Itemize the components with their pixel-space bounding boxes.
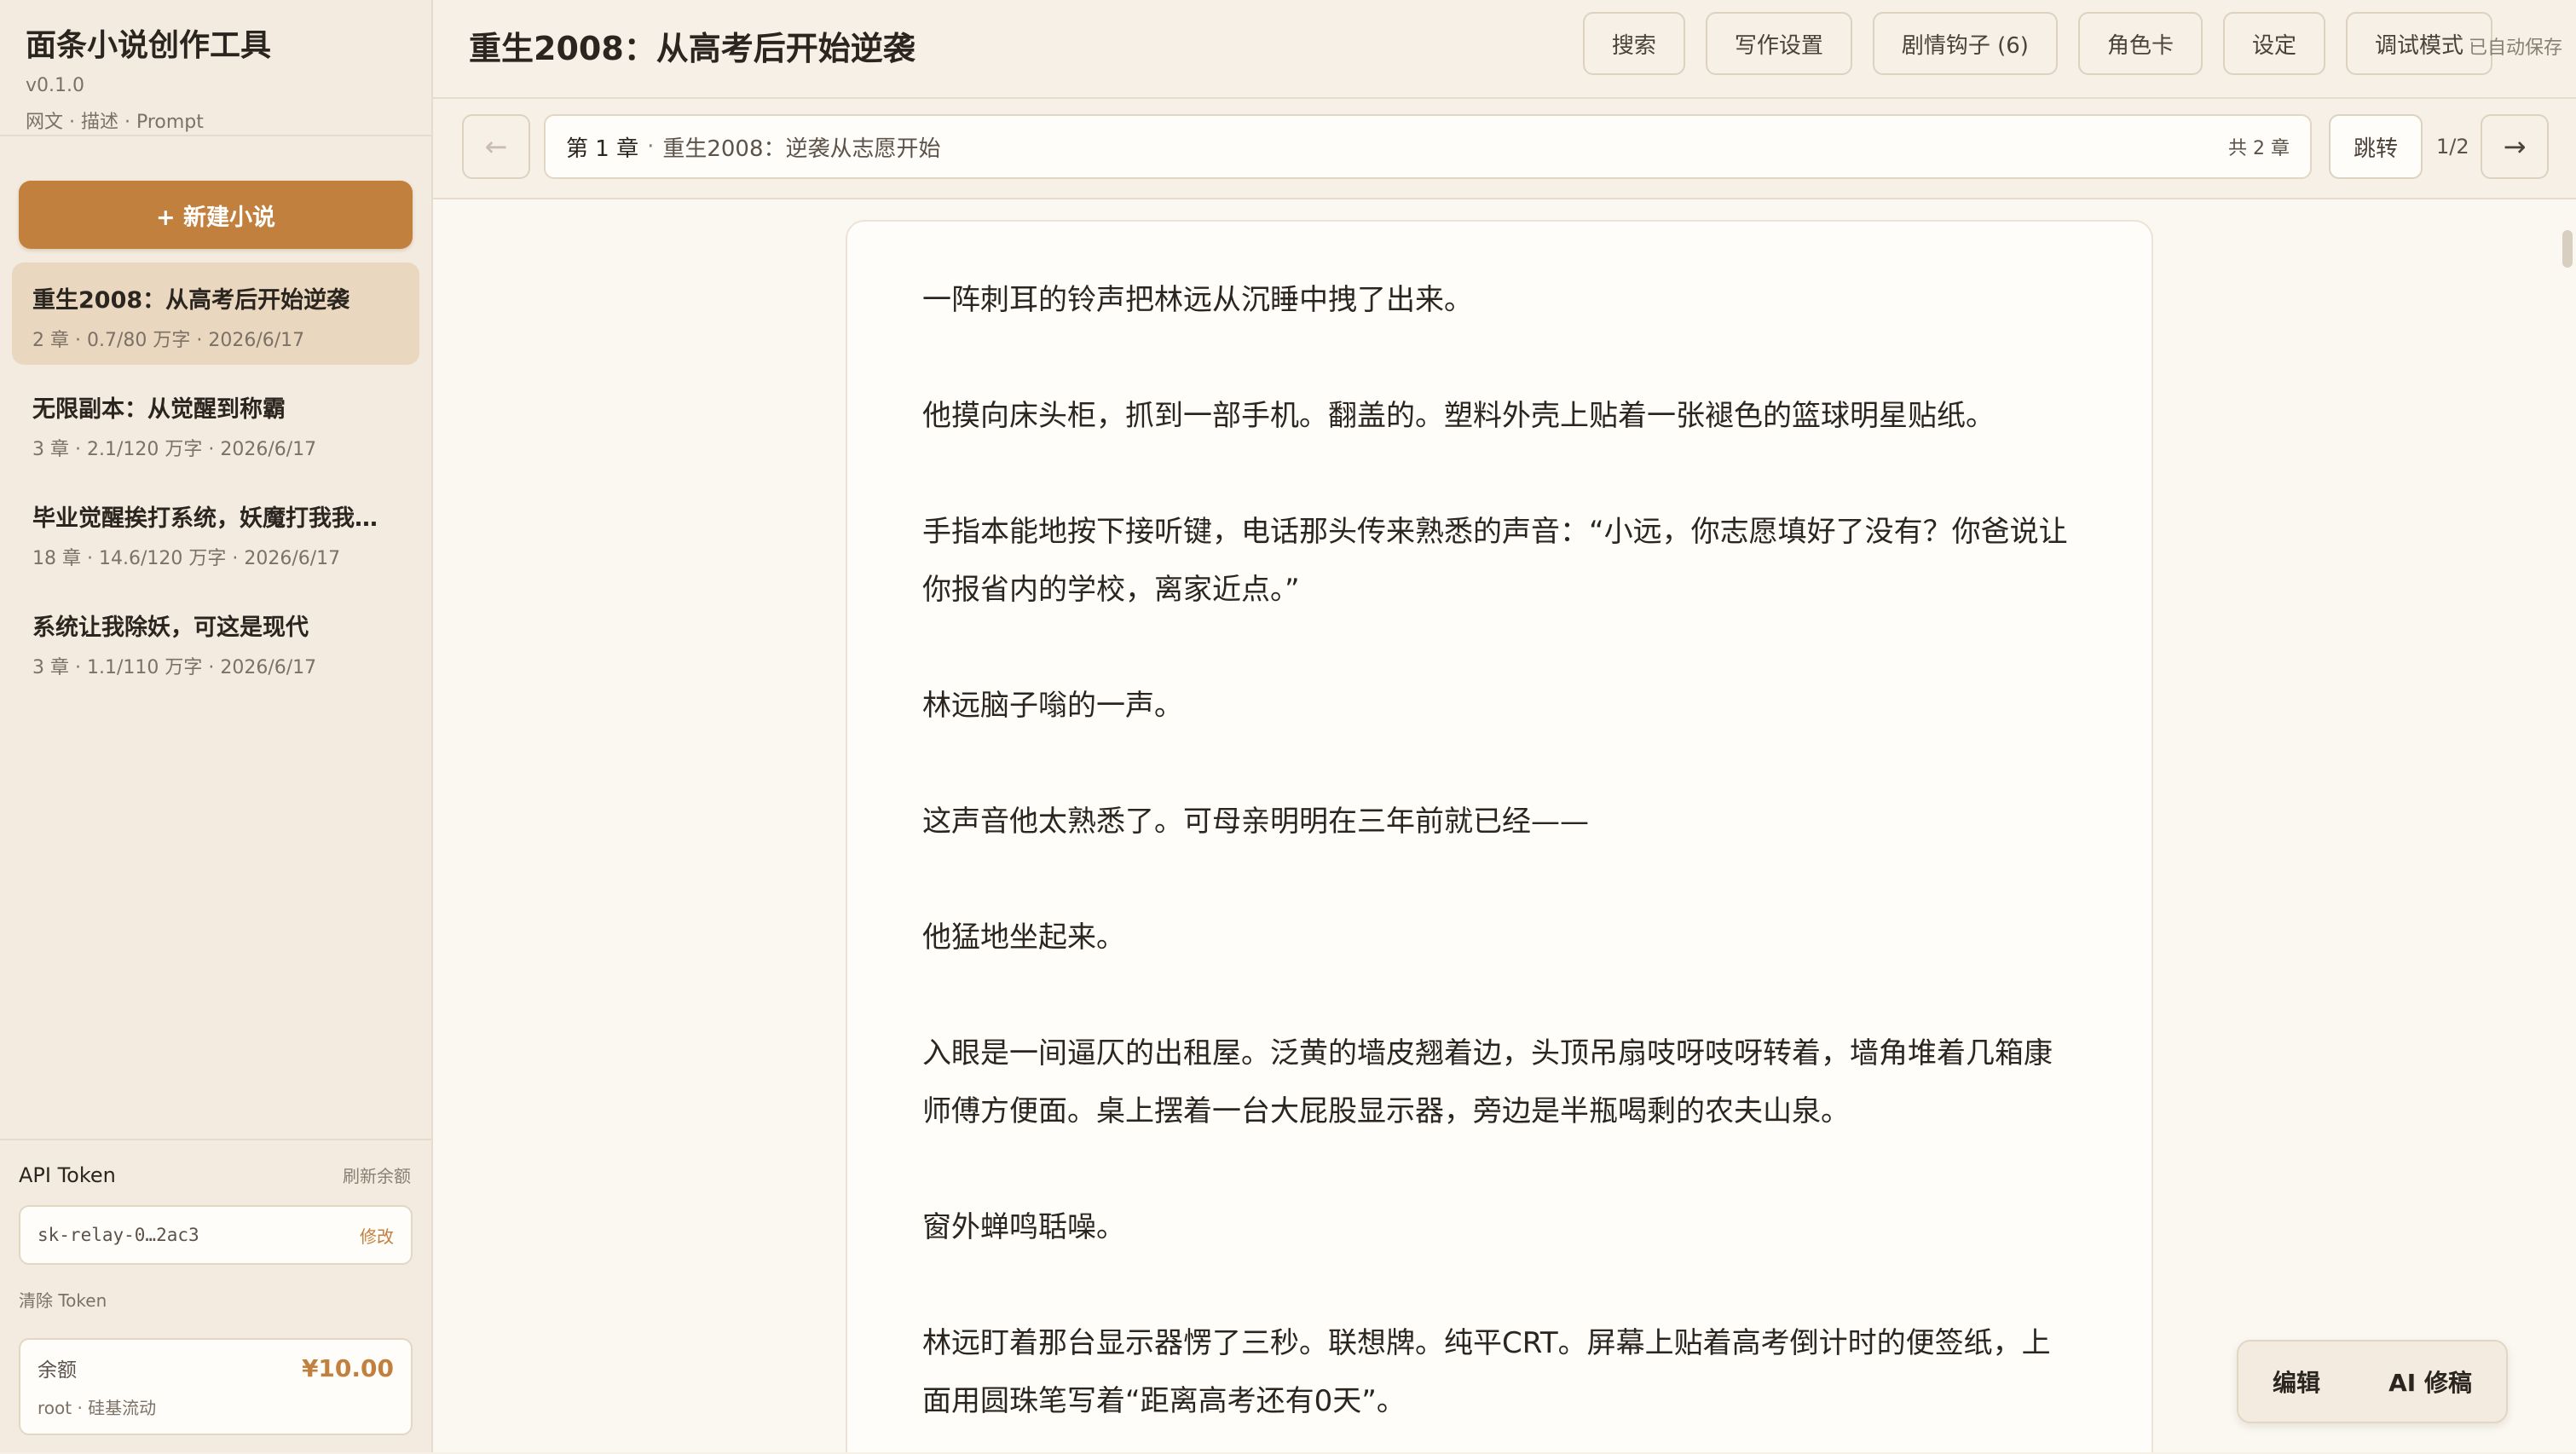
novel-title: 系统让我除妖，可这是现代 <box>32 614 309 641</box>
app-tags: 网文 · 描述 · Prompt <box>26 112 204 133</box>
character-cards-button[interactable]: 角色卡 <box>2077 12 2203 75</box>
token-panel: API Token 刷新余额 sk-relay-0…2ac3 修改 清除 Tok… <box>0 1139 431 1454</box>
token-label: API Token <box>19 1163 116 1187</box>
paragraph: 入眼是一间逼仄的出租屋。泛黄的墙皮翘着边，头顶吊扇吱呀吱呀转着，墙角堆着几箱康师… <box>922 1036 2053 1128</box>
refresh-balance-link[interactable]: 刷新余额 <box>343 1163 411 1187</box>
novel-title: 毕业觉醒挨打系统，妖魔打我我… <box>32 505 378 532</box>
page-indicator: 1/2 <box>2436 135 2469 159</box>
settings-button[interactable]: 设定 <box>2222 12 2325 75</box>
autosave-status: 已自动保存 <box>2468 38 2562 59</box>
search-button[interactable]: 搜索 <box>1582 12 1685 75</box>
plot-hooks-button[interactable]: 剧情钩子 (6) <box>1872 12 2058 75</box>
novel-list: 重生2008：从高考后开始逆袭 2 章 · 0.7/80 万字 · 2026/6… <box>12 263 419 699</box>
scrollbar-thumb[interactable] <box>2562 230 2573 268</box>
paragraph: 这声音他太熟悉了。可母亲明明在三年前就已经—— <box>922 805 1589 839</box>
paragraph: 他猛地坐起来。 <box>922 920 1125 955</box>
token-header: API Token 刷新余额 <box>19 1163 411 1187</box>
reader-area: 一阵刺耳的铃声把林远从沉睡中拽了出来。 他摸向床头柜，抓到一部手机。翻盖的。塑料… <box>433 199 2576 1452</box>
novel-title: 无限副本：从觉醒到称霸 <box>32 396 286 423</box>
novel-meta: 3 章 · 1.1/110 万字 · 2026/6/17 <box>32 657 317 678</box>
token-value: sk-relay-0…2ac3 <box>38 1225 199 1245</box>
chapter-number: 第 1 章 <box>566 136 639 162</box>
clear-token-link[interactable]: 清除 Token <box>19 1287 107 1312</box>
novel-meta: 3 章 · 2.1/120 万字 · 2026/6/17 <box>32 439 317 460</box>
new-novel-button[interactable]: + 新建小说 <box>19 181 413 249</box>
paragraph: 手指本能地按下接听键，电话那头传来熟悉的声音：“小远，你志愿填好了没有？你爸说让… <box>922 515 2068 607</box>
ai-revise-button[interactable]: AI 修稿 <box>2371 1356 2489 1407</box>
paragraph: 一阵刺耳的铃声把林远从沉睡中拽了出来。 <box>922 283 1473 317</box>
brand: 面条小说创作工具 v0.1.0 网文 · 描述 · Prompt <box>0 0 431 136</box>
paragraph: 窗外蝉鸣聒噪。 <box>922 1210 1125 1244</box>
balance-card: 余额 ¥10.00 root · 硅基流动 <box>19 1338 413 1435</box>
jump-button[interactable]: 跳转 <box>2329 114 2423 179</box>
balance-account: root · 硅基流动 <box>38 1398 157 1418</box>
chapter-text: 一阵刺耳的铃声把林远从沉睡中拽了出来。 他摸向床头柜，抓到一部手机。翻盖的。塑料… <box>846 220 2153 1452</box>
balance-label: 余额 <box>38 1359 77 1382</box>
app-version: v0.1.0 <box>26 75 84 96</box>
novel-item[interactable]: 重生2008：从高考后开始逆袭 2 章 · 0.7/80 万字 · 2026/6… <box>12 263 419 365</box>
balance-value: ¥10.00 <box>301 1353 394 1382</box>
floating-actions: 编辑 AI 修稿 <box>2237 1340 2508 1423</box>
page-title: 重生2008：从高考后开始逆袭 <box>469 30 915 67</box>
chapter-name: 重生2008：逆袭从志愿开始 <box>662 136 941 162</box>
writing-settings-button[interactable]: 写作设置 <box>1705 12 1852 75</box>
sidebar: 面条小说创作工具 v0.1.0 网文 · 描述 · Prompt + 新建小说 … <box>0 0 433 1452</box>
next-chapter-button[interactable]: → <box>2481 114 2549 179</box>
paragraph: 林远盯着那台显示器愣了三秒。联想牌。纯平CRT。屏幕上贴着高考倒计时的便签纸，上… <box>922 1326 2051 1418</box>
token-field: sk-relay-0…2ac3 修改 <box>19 1205 413 1265</box>
novel-item[interactable]: 无限副本：从觉醒到称霸 3 章 · 2.1/120 万字 · 2026/6/17 <box>12 372 419 474</box>
prev-chapter-button[interactable]: ← <box>462 114 530 179</box>
novel-meta: 2 章 · 0.7/80 万字 · 2026/6/17 <box>32 330 305 351</box>
separator: · <box>647 134 655 159</box>
app-title: 面条小说创作工具 <box>26 28 272 63</box>
chapter-total: 共 2 章 <box>2228 138 2290 159</box>
novel-meta: 18 章 · 14.6/120 万字 · 2026/6/17 <box>32 548 341 569</box>
toolbar: 搜索 写作设置 剧情钩子 (6) 角色卡 设定 调试模式 <box>1582 12 2492 75</box>
chapter-bar: ← 第 1 章 · 重生2008：逆袭从志愿开始 共 2 章 跳转 1/2 → <box>433 99 2576 199</box>
edit-button[interactable]: 编辑 <box>2255 1356 2337 1407</box>
novel-item[interactable]: 毕业觉醒挨打系统，妖魔打我我… 18 章 · 14.6/120 万字 · 202… <box>12 481 419 583</box>
novel-item[interactable]: 系统让我除妖，可这是现代 3 章 · 1.1/110 万字 · 2026/6/1… <box>12 590 419 692</box>
paragraph: 他摸向床头柜，抓到一部手机。翻盖的。塑料外壳上贴着一张褪色的篮球明星贴纸。 <box>922 399 1995 433</box>
edit-token-link[interactable]: 修改 <box>360 1223 394 1248</box>
novel-title: 重生2008：从高考后开始逆袭 <box>32 287 350 314</box>
header: 重生2008：从高考后开始逆袭 搜索 写作设置 剧情钩子 (6) 角色卡 设定 … <box>433 0 2576 99</box>
paragraph: 林远脑子嗡的一声。 <box>922 689 1183 723</box>
chapter-select[interactable]: 第 1 章 · 重生2008：逆袭从志愿开始 共 2 章 <box>544 114 2312 179</box>
